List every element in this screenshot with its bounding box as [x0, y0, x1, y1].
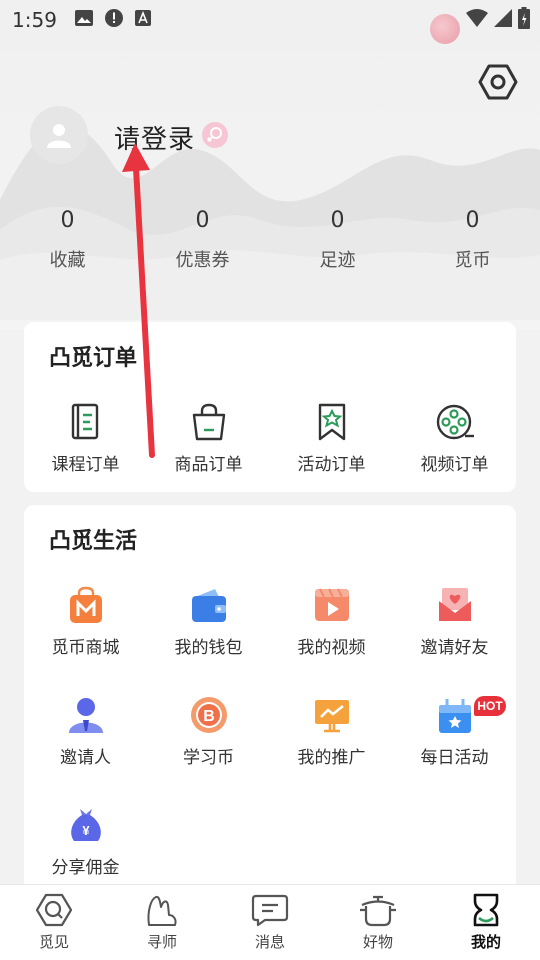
- settings-button[interactable]: [478, 62, 518, 102]
- avatar[interactable]: [30, 106, 88, 164]
- stats-row: 0 收藏 0 优惠券 0 足迹 0 觅币: [0, 208, 540, 272]
- image-icon: [74, 9, 93, 31]
- person-badge-icon: [68, 698, 103, 733]
- person-icon: [47, 124, 71, 148]
- battery-icon: [518, 7, 530, 34]
- my-promotion[interactable]: 我的推广: [270, 695, 393, 768]
- life-title: 凸觅生活: [49, 529, 138, 554]
- teacher-hand-icon: [147, 895, 177, 926]
- grid-label: 分享佣金: [51, 858, 120, 878]
- stat-value: 0: [60, 208, 75, 233]
- film-reel-icon: [436, 404, 474, 440]
- grid-label: 活动订单: [297, 455, 366, 475]
- grid-label: 课程订单: [51, 455, 120, 475]
- course-orders[interactable]: 课程订单: [24, 402, 147, 475]
- nav-label: 好物: [362, 933, 393, 951]
- shopping-bag-icon: [192, 403, 225, 441]
- svg-text:¥: ¥: [82, 823, 90, 838]
- stat-value: 0: [195, 208, 210, 233]
- stat-label: 觅币: [454, 250, 491, 271]
- grid-label: 每日活动: [420, 748, 489, 768]
- stat-footprints[interactable]: 0 足迹: [270, 208, 405, 272]
- coin-mall[interactable]: 觅币商城: [24, 585, 147, 658]
- orders-title: 凸觅订单: [49, 346, 138, 371]
- search-icon: [35, 893, 73, 927]
- invite-friends[interactable]: 邀请好友: [393, 585, 516, 658]
- grid-label: 视频订单: [420, 455, 489, 475]
- study-coins[interactable]: B 学习币: [147, 695, 270, 768]
- grid-label: 商品订单: [174, 455, 243, 475]
- hot-badge: HOT: [474, 696, 506, 716]
- nav-teachers[interactable]: 寻师: [108, 885, 216, 960]
- stat-label: 足迹: [319, 250, 356, 271]
- svg-text:B: B: [203, 708, 215, 725]
- stat-coupons[interactable]: 0 优惠券: [135, 208, 270, 272]
- signal-icon: [494, 9, 512, 32]
- nav-goods[interactable]: 好物: [324, 885, 432, 960]
- female-icon: [202, 122, 228, 148]
- bookmark-star-icon: [318, 403, 345, 441]
- text-box-icon: [134, 9, 151, 31]
- nav-profile[interactable]: 我的: [432, 885, 540, 960]
- wifi-icon: [466, 9, 488, 32]
- activity-orders[interactable]: 活动订单: [270, 402, 393, 475]
- stat-favorites[interactable]: 0 收藏: [0, 208, 135, 272]
- stat-value: 0: [465, 208, 480, 233]
- my-videos[interactable]: 我的视频: [270, 585, 393, 658]
- message-icon: [251, 894, 289, 927]
- stat-label: 优惠券: [175, 250, 230, 271]
- login-link[interactable]: 请登录: [114, 119, 195, 156]
- video-play-icon: [314, 588, 349, 621]
- coin-b-icon: B: [190, 697, 227, 733]
- alert-icon: [104, 8, 123, 32]
- share-commission[interactable]: ¥ 分享佣金: [24, 805, 147, 878]
- nav-label: 消息: [254, 933, 285, 951]
- grid-label: 觅币商城: [51, 638, 120, 658]
- grid-label: 我的推广: [297, 748, 366, 768]
- grid-label: 学习币: [183, 748, 234, 768]
- gift-calendar-icon: [438, 699, 471, 733]
- video-orders[interactable]: 视频订单: [393, 402, 516, 475]
- life-card: 凸觅生活 觅币商城 我的钱包 我的视频 邀请好友 邀请人 B 学习币 我的推广 …: [24, 505, 516, 905]
- status-time: 1:59: [12, 8, 57, 32]
- grid-label: 邀请好友: [420, 638, 489, 658]
- mall-bag-icon: [69, 586, 102, 623]
- inviter[interactable]: 邀请人: [24, 695, 147, 768]
- orders-card: 凸觅订单 课程订单 商品订单 活动订单 视频订单: [24, 322, 516, 492]
- bottom-nav: 觅见 寻师 消息 好物 我的: [0, 884, 540, 960]
- promotion-chart-icon: [314, 700, 349, 733]
- grid-label: 我的视频: [297, 638, 366, 658]
- header-background: [0, 0, 540, 330]
- hexagon-settings-icon: [478, 64, 518, 100]
- nav-discover[interactable]: 觅见: [0, 885, 108, 960]
- stat-value: 0: [330, 208, 345, 233]
- money-bag-icon: ¥: [70, 809, 101, 841]
- pot-icon: [360, 895, 396, 927]
- nav-label: 我的: [470, 933, 501, 951]
- product-orders[interactable]: 商品订单: [147, 402, 270, 475]
- nav-messages[interactable]: 消息: [216, 885, 324, 960]
- invite-envelope-icon: [438, 588, 471, 621]
- my-wallet[interactable]: 我的钱包: [147, 585, 270, 658]
- profile-icon: [473, 893, 499, 927]
- document-icon: [71, 403, 98, 440]
- notification-dot: [430, 14, 460, 44]
- grid-label: 邀请人: [60, 748, 111, 768]
- grid-label: 我的钱包: [174, 638, 243, 658]
- wallet-icon: [191, 589, 226, 622]
- nav-label: 觅见: [38, 933, 69, 951]
- stat-coins[interactable]: 0 觅币: [405, 208, 540, 272]
- stat-label: 收藏: [49, 250, 86, 271]
- nav-label: 寻师: [146, 933, 177, 951]
